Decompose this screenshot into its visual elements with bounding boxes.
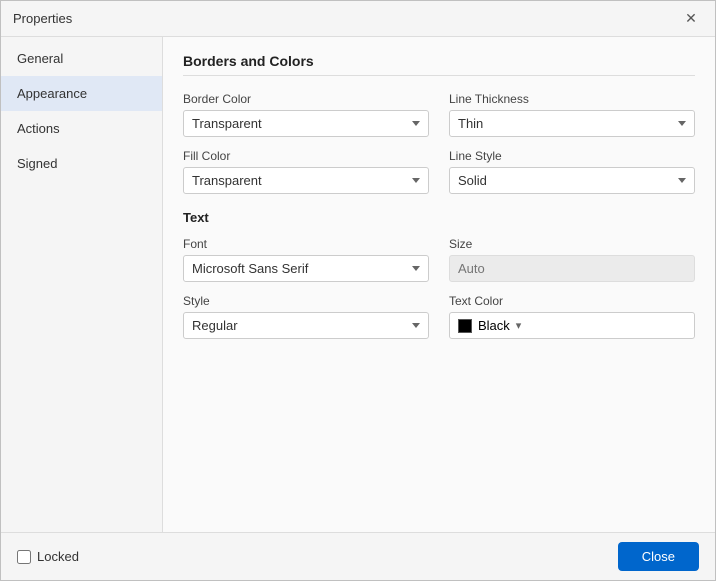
line-thickness-select[interactable]: Thin [449,110,695,137]
text-color-swatch [458,319,472,333]
font-label: Font [183,237,429,251]
locked-checkbox[interactable] [17,550,31,564]
border-color-label: Border Color [183,92,429,106]
line-style-group: Line Style Solid [449,149,695,194]
fill-color-label: Fill Color [183,149,429,163]
line-thickness-label: Line Thickness [449,92,695,106]
text-color-select-wrapper[interactable]: Black [449,312,695,339]
borders-colors-grid: Border Color Transparent Line Thickness … [183,92,695,194]
font-group: Font Microsoft Sans Serif [183,237,429,282]
text-color-value: Black [478,318,510,333]
text-color-label: Text Color [449,294,695,308]
text-grid: Font Microsoft Sans Serif Size Style Reg… [183,237,695,339]
style-group: Style Regular [183,294,429,339]
title-close-button[interactable]: ✕ [679,7,703,31]
dialog-title: Properties [13,11,72,26]
main-panel: Borders and Colors Border Color Transpar… [163,37,715,532]
text-section-title: Text [183,210,695,225]
dialog-footer: Locked Close [1,532,715,580]
line-thickness-group: Line Thickness Thin [449,92,695,137]
text-color-group: Text Color Black [449,294,695,339]
dialog-content: General Appearance Actions Signed Border… [1,37,715,532]
sidebar-item-general[interactable]: General [1,41,162,76]
border-color-select[interactable]: Transparent [183,110,429,137]
line-style-label: Line Style [449,149,695,163]
sidebar-item-signed[interactable]: Signed [1,146,162,181]
title-bar: Properties ✕ [1,1,715,37]
sidebar: General Appearance Actions Signed [1,37,163,532]
font-select[interactable]: Microsoft Sans Serif [183,255,429,282]
properties-dialog: Properties ✕ General Appearance Actions … [0,0,716,581]
style-label: Style [183,294,429,308]
section-title: Borders and Colors [183,53,695,76]
size-label: Size [449,237,695,251]
locked-area: Locked [17,549,79,564]
sidebar-item-actions[interactable]: Actions [1,111,162,146]
border-color-group: Border Color Transparent [183,92,429,137]
fill-color-group: Fill Color Transparent [183,149,429,194]
size-group: Size [449,237,695,282]
size-input[interactable] [449,255,695,282]
line-style-select[interactable]: Solid [449,167,695,194]
close-dialog-button[interactable]: Close [618,542,699,571]
locked-label: Locked [37,549,79,564]
sidebar-item-appearance[interactable]: Appearance [1,76,162,111]
fill-color-select[interactable]: Transparent [183,167,429,194]
style-select[interactable]: Regular [183,312,429,339]
